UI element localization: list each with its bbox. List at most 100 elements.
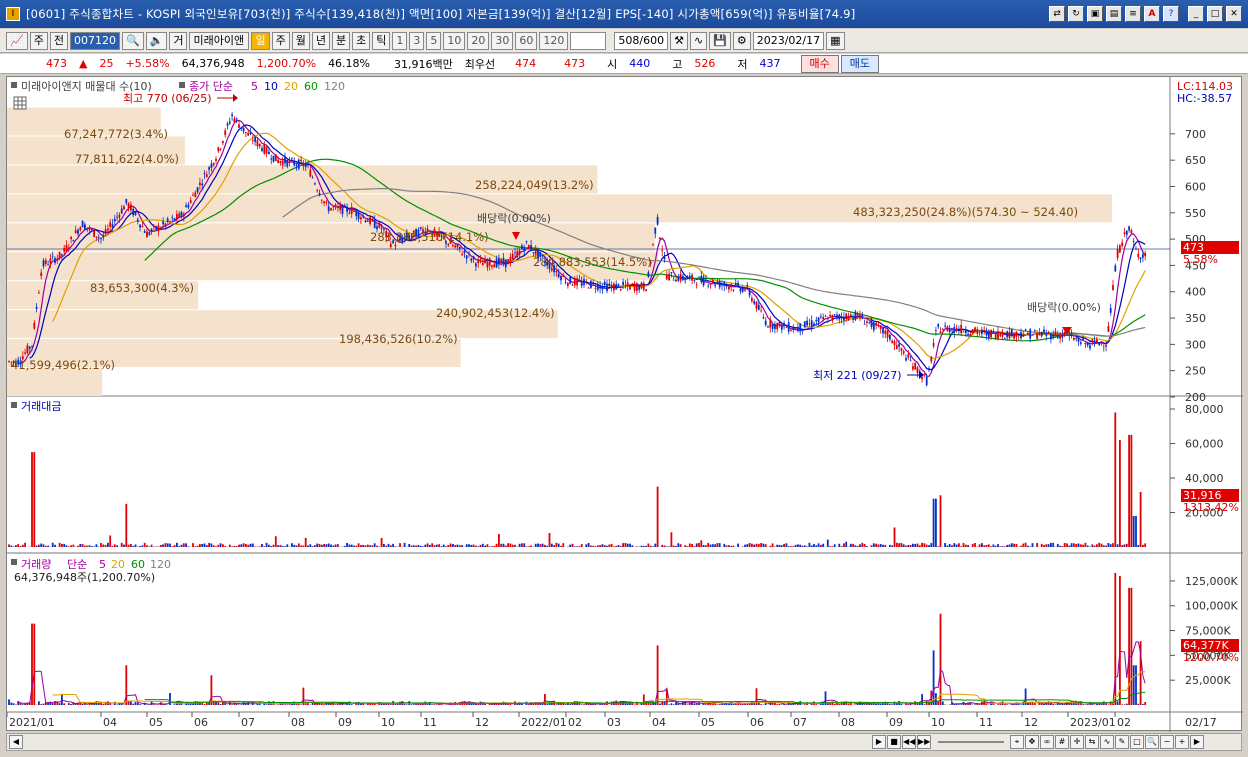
prev-button[interactable]: 전 (49, 31, 68, 50)
chart-area[interactable]: 67,247,772(3.4%) 77,811,622(4.0%) 258,22… (6, 76, 1243, 732)
arrows-icon[interactable]: ⇆ (1085, 735, 1099, 749)
amount-bar (1123, 544, 1126, 547)
bottom-scrollbar[interactable]: ◀ ▶ ■ ◀◀ ▶▶ ⌖ ✥ ∞ # ✛ ⇆ ∿ ✎ □ 🔍 − + ▶ (6, 733, 1242, 751)
interval-3[interactable]: 3 (409, 31, 425, 50)
candle-body (1024, 329, 1027, 331)
settings-icon[interactable]: ⚙ (732, 31, 751, 50)
pan-icon[interactable]: ✥ (1025, 735, 1039, 749)
amount-bar (240, 544, 243, 547)
amount-bar (1135, 515, 1137, 547)
tools-icon[interactable]: ⚒ (670, 31, 688, 50)
grid-icon[interactable]: # (1055, 735, 1069, 749)
legend-marker-icon (11, 82, 17, 88)
font-icon[interactable]: A (1144, 6, 1160, 22)
volume-bar (583, 704, 585, 705)
volume-bar (815, 704, 818, 705)
candle-body (194, 192, 197, 198)
type-select[interactable]: 주 (29, 31, 48, 50)
candle-body (868, 322, 871, 324)
candle-body (472, 256, 475, 260)
amount-bar (205, 545, 208, 547)
code-input[interactable]: 007120 (69, 31, 120, 50)
interval-30[interactable]: 30 (491, 31, 514, 50)
period-minute[interactable]: 분 (331, 31, 351, 50)
volume-bar (1043, 704, 1045, 705)
candle-body (606, 283, 608, 292)
candle-body (332, 206, 335, 208)
square-icon[interactable]: □ (1130, 735, 1144, 749)
amount-bar (261, 543, 263, 547)
interval-10[interactable]: 10 (443, 31, 466, 50)
play-icon[interactable]: ▶ (872, 735, 886, 749)
interval-input[interactable] (570, 31, 607, 50)
candle-body (659, 237, 661, 240)
date-input[interactable]: 2023/02/17 (752, 31, 825, 50)
amount-bar (93, 546, 95, 547)
candle-body (1022, 336, 1025, 337)
zoom-out-icon[interactable]: − (1160, 735, 1174, 749)
refresh-icon[interactable]: ↻ (1068, 6, 1084, 22)
save-icon[interactable]: 💾 (709, 31, 731, 50)
link-icon[interactable]: ⇄ (1049, 6, 1065, 22)
forward-icon[interactable]: ▶▶ (917, 735, 931, 749)
amount-bar (504, 545, 507, 547)
volume-bar (132, 703, 135, 705)
period-day[interactable]: 일 (251, 31, 270, 50)
period-week[interactable]: 주 (271, 31, 290, 50)
wave-icon[interactable]: ∿ (1100, 735, 1114, 749)
interval-20[interactable]: 20 (467, 31, 490, 50)
rewind-icon[interactable]: ◀◀ (902, 735, 916, 749)
cursor-icon[interactable]: ⌖ (1010, 735, 1024, 749)
zoom-in-icon[interactable]: + (1175, 735, 1189, 749)
pencil-icon[interactable]: ✎ (1115, 735, 1129, 749)
volume-bar (923, 704, 926, 705)
candle-body (1132, 240, 1135, 242)
sell-button[interactable]: 매도 (840, 54, 879, 73)
calendar-icon[interactable]: ▦ (826, 31, 845, 50)
interval-1[interactable]: 1 (392, 31, 408, 50)
amount-bar (224, 546, 227, 547)
amount-bar (238, 544, 240, 547)
interval-60[interactable]: 60 (515, 31, 538, 50)
amount-bar (24, 542, 26, 547)
stock-chart[interactable]: 67,247,772(3.4%) 77,811,622(4.0%) 258,22… (6, 77, 1243, 732)
period-tick[interactable]: 틱 (372, 31, 391, 50)
zoom-slider[interactable] (938, 741, 1004, 743)
candle-body (33, 322, 36, 329)
candle-body (776, 322, 779, 330)
maximize-button[interactable]: □ (1207, 6, 1223, 22)
scroll-left-icon[interactable]: ◀ (9, 735, 23, 749)
chart-type-icon[interactable]: 📈 (6, 31, 28, 50)
amount-bar (780, 545, 783, 547)
list-icon[interactable]: ≡ (1125, 6, 1141, 22)
close-button[interactable]: ✕ (1226, 6, 1242, 22)
window-icon[interactable]: ▣ (1087, 6, 1103, 22)
price-tick: 600 (1185, 180, 1206, 193)
count-input[interactable]: 508/600 (614, 31, 669, 50)
stop-icon[interactable]: ■ (887, 735, 901, 749)
price-tick: 400 (1185, 286, 1206, 299)
period-second[interactable]: 초 (352, 31, 371, 50)
period-month[interactable]: 월 (291, 31, 310, 50)
volume-bar (1052, 703, 1055, 705)
amount-bar (1137, 545, 1140, 547)
link-icon[interactable]: ∞ (1040, 735, 1054, 749)
search-icon[interactable]: 🔍 (1145, 735, 1159, 749)
scroll-right-icon[interactable]: ▶ (1190, 735, 1204, 749)
amount-bar (587, 542, 590, 547)
candle-body (705, 279, 707, 281)
speaker-icon[interactable]: 🔈 (145, 31, 168, 50)
interval-120[interactable]: 120 (539, 31, 569, 50)
amount-bar (194, 546, 197, 547)
amount-bar (1066, 543, 1068, 547)
indicator-icon[interactable]: ∿ (689, 31, 708, 50)
period-year[interactable]: 년 (311, 31, 330, 50)
buy-button[interactable]: 매수 (800, 54, 839, 73)
interval-5[interactable]: 5 (426, 31, 442, 50)
help-icon[interactable]: ? (1163, 6, 1179, 22)
minimize-button[interactable]: _ (1188, 6, 1204, 22)
gu-label: 거 (169, 31, 188, 50)
screen-icon[interactable]: ▤ (1106, 6, 1122, 22)
search-icon[interactable]: 🔍 (121, 31, 144, 50)
cross-icon[interactable]: ✛ (1070, 735, 1084, 749)
